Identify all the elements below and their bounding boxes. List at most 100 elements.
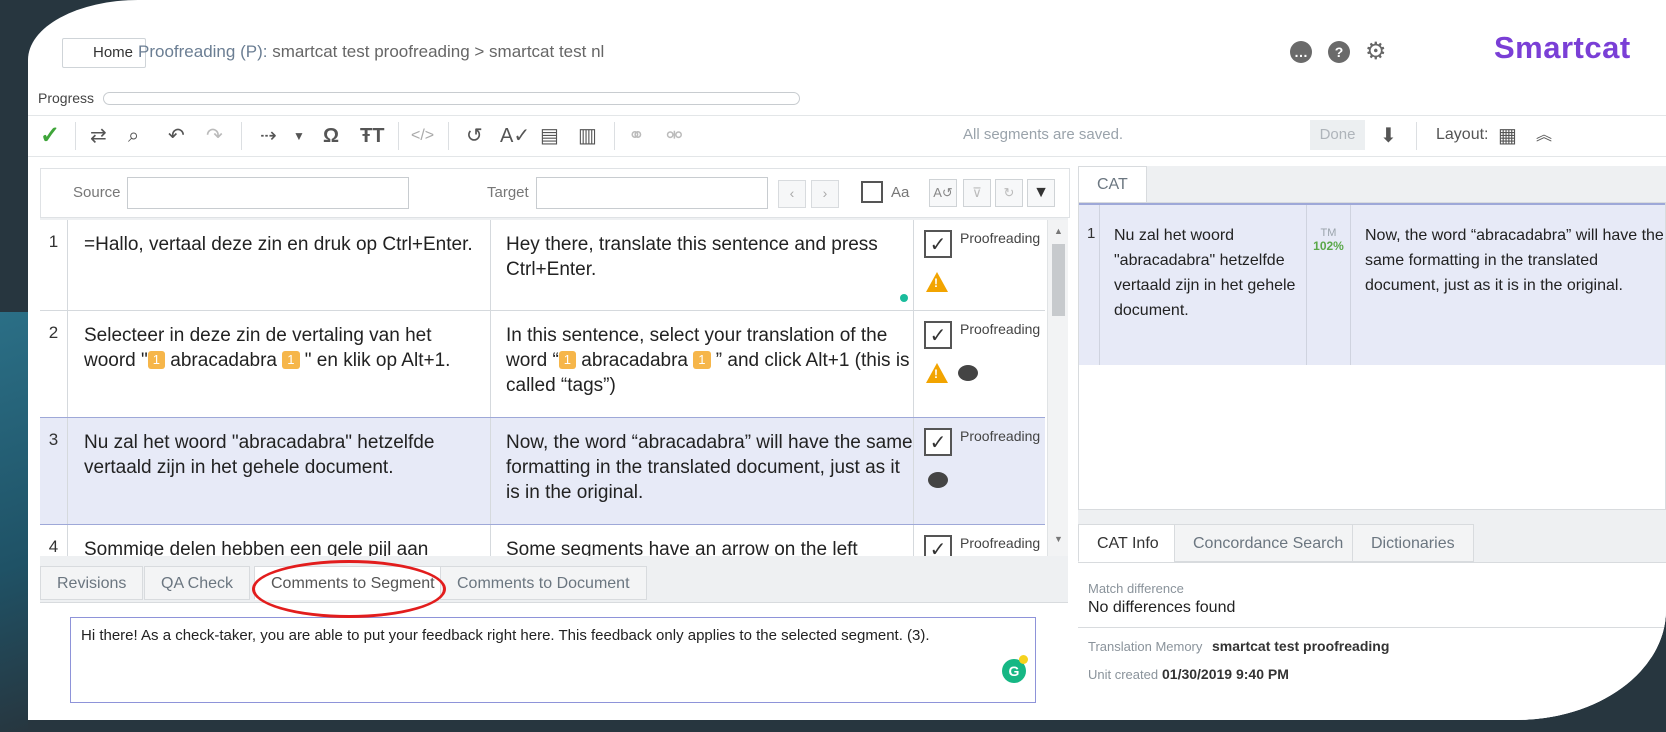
- source-target-swap-icon[interactable]: A↺: [929, 179, 957, 207]
- smartcat-logo[interactable]: Smartcat: [1494, 30, 1631, 66]
- editor-window: Home Proofreading (P): smartcat test pro…: [28, 0, 1666, 720]
- scroll-up-icon[interactable]: ▲: [1054, 226, 1063, 236]
- segment-number: 2: [40, 311, 68, 417]
- redo-icon[interactable]: ↷: [206, 124, 223, 148]
- filter-icon[interactable]: ▼: [1027, 179, 1055, 207]
- help-icon[interactable]: ?: [1328, 41, 1350, 63]
- toolbar-divider: [75, 122, 76, 150]
- background-accent: [0, 312, 28, 732]
- segments-grid: 1 =Hallo, vertaal deze zin en druk op Ct…: [40, 220, 1068, 556]
- spellcheck-icon[interactable]: A✓: [500, 124, 530, 148]
- revert-icon[interactable]: ↺: [466, 124, 483, 148]
- tm-info-label: Translation Memory: [1088, 639, 1203, 654]
- code-tags-icon[interactable]: </>: [411, 124, 434, 148]
- segment-target[interactable]: Some segments have an arrow on the left: [490, 525, 913, 556]
- confirmed-check-icon[interactable]: ✓: [924, 230, 952, 258]
- tab-qa-check[interactable]: QA Check: [144, 566, 251, 600]
- tab-cat-info[interactable]: CAT Info: [1078, 524, 1178, 562]
- scroll-down-icon[interactable]: ▼: [1054, 534, 1063, 544]
- status-label: Proofreading: [960, 321, 1041, 337]
- comments-pane: Hi there! As a check-taker, you are able…: [40, 602, 1068, 720]
- concordance-icon[interactable]: ▤: [540, 124, 559, 148]
- unit-created-label: Unit created: [1088, 667, 1159, 682]
- segment-number: 1: [40, 220, 68, 310]
- tab-cat[interactable]: CAT: [1078, 166, 1147, 203]
- glossary-book-icon[interactable]: ▥: [578, 124, 597, 148]
- status-dot: [900, 294, 908, 302]
- gear-icon[interactable]: ⚙: [1365, 37, 1387, 66]
- unlink-icon[interactable]: ⚮: [666, 124, 683, 148]
- segment-source: =Hallo, vertaal deze zin en druk op Ctrl…: [84, 234, 473, 255]
- warning-icon[interactable]: !: [926, 363, 948, 383]
- comment-icon[interactable]: [928, 472, 948, 488]
- link-icon[interactable]: ⚭: [628, 124, 645, 148]
- text-size-icon[interactable]: ŦT: [360, 124, 384, 148]
- match-score: TM 102%: [1306, 205, 1350, 365]
- undo-icon[interactable]: ↶: [168, 124, 185, 148]
- segments-scrollbar[interactable]: ▲ ▼: [1047, 220, 1068, 556]
- clear-filter-icon[interactable]: ⊽: [963, 179, 991, 207]
- confirm-check-icon[interactable]: ✓: [40, 124, 60, 148]
- confirmed-check-icon[interactable]: ✓: [924, 535, 952, 556]
- segment-row-selected[interactable]: 3 Nu zal het woord "abracadabra" hetzelf…: [40, 417, 1045, 525]
- bottom-tabs: Revisions QA Check Comments to Segment C…: [40, 564, 1068, 602]
- done-button[interactable]: Done: [1310, 120, 1365, 150]
- source-filter-input[interactable]: [127, 177, 409, 209]
- find-replace-icon[interactable]: ⌕: [128, 124, 139, 148]
- highlight-annotation: [252, 560, 446, 618]
- tab-revisions[interactable]: Revisions: [40, 566, 144, 600]
- tm-info-value: smartcat test proofreading: [1212, 638, 1390, 654]
- chevron-down-icon[interactable]: ▼: [293, 124, 305, 148]
- prev-match-button[interactable]: ‹: [778, 180, 806, 208]
- tag-close-icon[interactable]: 1: [693, 351, 711, 369]
- tag-close-icon[interactable]: 1: [282, 351, 300, 369]
- segment-status: ✓ Proofreading: [913, 418, 1045, 524]
- segment-target[interactable]: Hey there, translate this sentence and p…: [490, 220, 913, 310]
- warning-icon[interactable]: !: [926, 272, 948, 292]
- match-difference-label: Match difference: [1088, 581, 1184, 596]
- next-match-button[interactable]: ›: [811, 180, 839, 208]
- segment-row[interactable]: 2 Selecteer in deze zin de vertaling van…: [40, 311, 1045, 418]
- progress-bar: [103, 92, 800, 105]
- collapse-icon[interactable]: ︽: [1536, 124, 1552, 148]
- confirmed-check-icon[interactable]: ✓: [924, 321, 952, 349]
- tab-concordance-search[interactable]: Concordance Search: [1174, 524, 1363, 562]
- special-chars-icon[interactable]: Ω: [323, 124, 339, 148]
- tab-comments-to-document[interactable]: Comments to Document: [440, 566, 647, 600]
- download-icon[interactable]: ⬇: [1380, 124, 1397, 148]
- copy-source-icon[interactable]: ⇄: [90, 124, 107, 148]
- chat-icon[interactable]: …: [1290, 41, 1312, 63]
- segment-status: ✓ Proofreading: [913, 525, 1045, 556]
- segment-target[interactable]: In this sentence, select your translatio…: [490, 311, 913, 417]
- scroll-thumb[interactable]: [1052, 244, 1065, 316]
- segment-source: Selecteer in deze zin de vertaling van h…: [84, 323, 484, 373]
- comment-icon[interactable]: [958, 365, 978, 381]
- insert-arrow-icon[interactable]: ⇢: [260, 124, 277, 148]
- tag-open-icon[interactable]: 1: [558, 351, 577, 369]
- refresh-icon[interactable]: ↻: [995, 179, 1023, 207]
- segment-row[interactable]: 1 =Hallo, vertaal deze zin en druk op Ct…: [40, 220, 1045, 311]
- layout-grid-icon[interactable]: ▦: [1498, 124, 1517, 148]
- target-filter-label: Target: [487, 184, 529, 201]
- segment-row[interactable]: 4 Sommige delen hebben een gele pijl aan…: [40, 525, 1045, 556]
- breadcrumb-stage[interactable]: Proofreading (P):: [138, 42, 267, 61]
- toolbar-divider: [241, 122, 242, 150]
- tag-open-icon[interactable]: 1: [147, 351, 166, 369]
- segment-target[interactable]: Now, the word “abracadabra” will have th…: [490, 418, 913, 524]
- match-percent: 102%: [1313, 239, 1344, 253]
- match-source: Nu zal het woord "abracadabra" hetzelfde…: [1099, 205, 1306, 365]
- toolbar-divider: [1416, 122, 1417, 150]
- cat-results: 1 Nu zal het woord "abracadabra" hetzelf…: [1078, 202, 1666, 510]
- match-case-checkbox[interactable]: [861, 181, 883, 203]
- comment-input[interactable]: Hi there! As a check-taker, you are able…: [70, 617, 1036, 703]
- target-filter-input[interactable]: [536, 177, 768, 209]
- confirmed-check-icon[interactable]: ✓: [924, 428, 952, 456]
- editor-toolbar: ✓ ⇄ ⌕ ↶ ↷ ⇢ ▼ Ω ŦT </> ↺ A✓ ▤ ▥ ⚭ ⚮ All …: [28, 115, 1666, 157]
- toolbar-divider: [398, 122, 399, 150]
- tab-dictionaries[interactable]: Dictionaries: [1352, 524, 1474, 562]
- match-number: 1: [1087, 225, 1096, 242]
- home-button[interactable]: Home: [62, 38, 147, 68]
- source-filter-label: Source: [73, 184, 121, 201]
- cat-match-row[interactable]: 1 Nu zal het woord "abracadabra" hetzelf…: [1079, 203, 1665, 365]
- toolbar-divider: [614, 122, 615, 150]
